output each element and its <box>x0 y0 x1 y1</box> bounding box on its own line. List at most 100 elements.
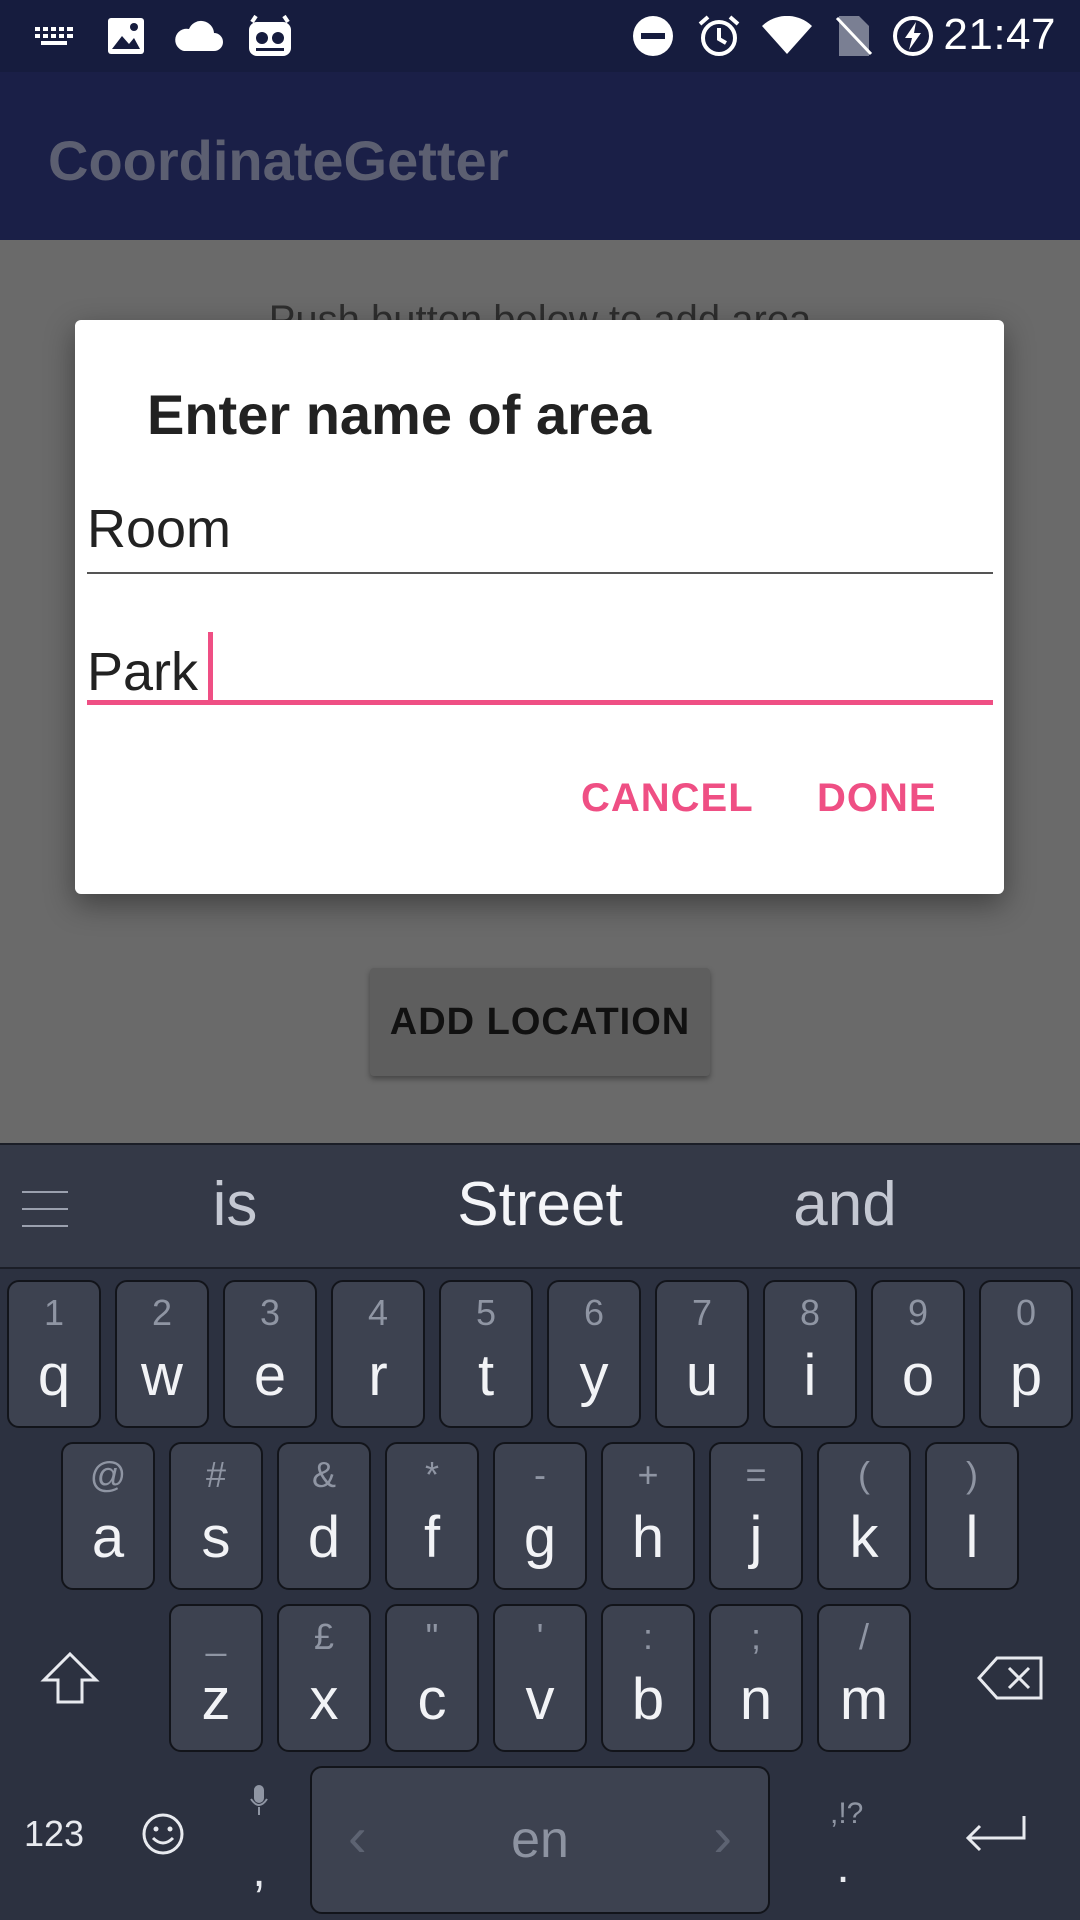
key-hint: : <box>642 1616 653 1657</box>
app-bar: CoordinateGetter <box>0 72 1080 240</box>
field-2-container: Park <box>87 632 214 703</box>
key-h[interactable]: + h <box>601 1442 695 1590</box>
key-label: e <box>253 1343 287 1408</box>
soft-keyboard: is Street and 1 q 2 w 3 e 4 r 5 t 6 y 7 u 8 i 9 o 0 p @ a # s & d… <box>0 1143 1080 1920</box>
emoji-icon <box>142 1813 184 1855</box>
backspace-icon <box>977 1656 1043 1700</box>
shift-key[interactable] <box>30 1638 110 1718</box>
keyboard-icon <box>30 14 80 58</box>
key-t[interactable]: 5t <box>439 1280 533 1428</box>
done-button[interactable]: DONE <box>817 776 937 821</box>
key-w[interactable]: 2w <box>115 1280 209 1428</box>
key-g[interactable]: -g <box>493 1442 587 1590</box>
key-label: o <box>901 1343 935 1408</box>
space-key[interactable]: ‹ en › <box>310 1766 770 1914</box>
no-sim-icon <box>832 14 876 58</box>
field-2-underline <box>87 700 993 705</box>
suggestion-2[interactable]: Street <box>400 1169 680 1240</box>
key-x[interactable]: £ x <box>277 1604 371 1752</box>
key-v[interactable]: ' v <box>493 1604 587 1752</box>
key-label: u <box>685 1343 719 1408</box>
key-label: t <box>477 1343 495 1408</box>
numbers-key[interactable]: 123 <box>16 1799 92 1869</box>
comma-key[interactable]: , <box>236 1783 282 1899</box>
suggestion-1[interactable]: is <box>180 1169 290 1240</box>
wifi-icon <box>760 14 814 58</box>
key-label: d <box>307 1505 341 1570</box>
period-label: . <box>836 1840 850 1893</box>
key-label: w <box>141 1343 183 1408</box>
key-n[interactable]: ; n <box>709 1604 803 1752</box>
menu-icon[interactable] <box>22 1191 68 1227</box>
field-2-value: Park <box>87 642 199 702</box>
key-hint: * <box>424 1454 439 1495</box>
cancel-button[interactable]: CANCEL <box>581 776 754 821</box>
key-label: c <box>417 1667 447 1732</box>
key-hint: 4 <box>367 1292 389 1333</box>
status-bar: 21:47 <box>0 0 1080 72</box>
shift-icon <box>40 1651 100 1704</box>
key-hint: @ <box>89 1454 127 1495</box>
key-i[interactable]: 8i <box>763 1280 857 1428</box>
key-r[interactable]: 4r <box>331 1280 425 1428</box>
key-y[interactable]: 6y <box>547 1280 641 1428</box>
key-label: v <box>525 1667 555 1732</box>
suggestion-3[interactable]: and <box>760 1169 930 1240</box>
key-o[interactable]: 9o <box>871 1280 965 1428</box>
key-hint: = <box>745 1454 767 1495</box>
key-label: s <box>201 1505 231 1570</box>
backspace-key[interactable] <box>968 1638 1054 1718</box>
area-name-dialog: Enter name of area Room Park CANCEL DONE <box>75 320 1004 894</box>
suggestion-bar: is Street and <box>0 1143 1080 1269</box>
key-l[interactable]: ) l <box>925 1442 1019 1590</box>
area-name-field-2[interactable]: Park <box>87 620 993 730</box>
key-hint: " <box>425 1616 439 1657</box>
add-location-button[interactable]: ADD LOCATION <box>370 968 710 1076</box>
key-hint: 6 <box>583 1292 605 1333</box>
key-hint: # <box>205 1454 227 1495</box>
enter-key[interactable] <box>950 1799 1040 1869</box>
key-u[interactable]: 7u <box>655 1280 749 1428</box>
key-hint: - <box>534 1454 546 1495</box>
key-hint: 0 <box>1015 1292 1037 1333</box>
alarm-icon <box>696 14 742 58</box>
key-p[interactable]: 0p <box>979 1280 1073 1428</box>
key-label: f <box>423 1505 441 1570</box>
key-hint: 8 <box>799 1292 821 1333</box>
key-hint: ( <box>858 1454 870 1495</box>
key-s[interactable]: # s <box>169 1442 263 1590</box>
key-k[interactable]: (k <box>817 1442 911 1590</box>
key-hint: _ <box>205 1616 227 1657</box>
key-z[interactable]: _ z <box>169 1604 263 1752</box>
key-m[interactable]: / m <box>817 1604 911 1752</box>
key-q[interactable]: 1q <box>7 1280 101 1428</box>
period-hint: ,!? <box>830 1797 864 1830</box>
dialog-title: Enter name of area <box>147 383 652 446</box>
key-c[interactable]: " c <box>385 1604 479 1752</box>
key-e[interactable]: 3e <box>223 1280 317 1428</box>
key-hint: ) <box>966 1454 978 1495</box>
key-b[interactable]: :b <box>601 1604 695 1752</box>
key-label: n <box>739 1667 773 1732</box>
key-label: q <box>37 1343 71 1408</box>
area-name-field-1[interactable]: Room <box>87 490 993 590</box>
key-d[interactable]: & d <box>277 1442 371 1590</box>
key-label: g <box>523 1505 557 1570</box>
key-hint: & <box>311 1454 336 1495</box>
key-label: l <box>965 1505 979 1570</box>
chevron-right-icon: › <box>713 1805 732 1868</box>
comma-label: , <box>252 1844 266 1897</box>
do-not-disturb-icon <box>630 14 676 58</box>
clock: 21:47 <box>943 10 1056 59</box>
key-label: m <box>839 1667 889 1732</box>
cloud-icon <box>170 14 226 58</box>
key-label: i <box>803 1343 817 1408</box>
key-a[interactable]: @ a <box>61 1442 155 1590</box>
key-j[interactable]: = j <box>709 1442 803 1590</box>
emoji-key[interactable] <box>134 1799 192 1869</box>
cyanogen-icon <box>244 14 296 58</box>
period-key[interactable]: ,!? . <box>810 1783 876 1899</box>
space-label: en <box>511 1811 569 1869</box>
key-hint: 7 <box>691 1292 713 1333</box>
key-f[interactable]: * f <box>385 1442 479 1590</box>
